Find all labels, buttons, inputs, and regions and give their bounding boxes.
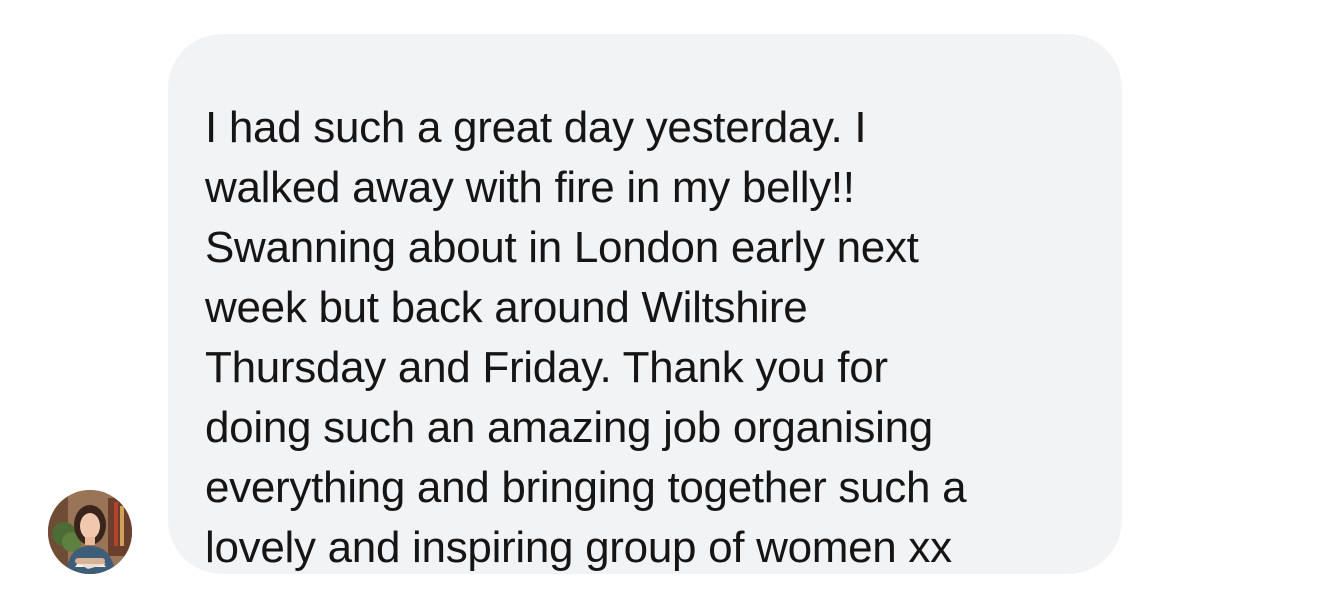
profile-photo-icon [48, 490, 132, 574]
message-bubble: I had such a great day yesterday. I walk… [168, 34, 1122, 574]
message-row: I had such a great day yesterday. I walk… [0, 0, 1320, 596]
message-text: I had such a great day yesterday. I walk… [205, 103, 967, 572]
sender-avatar[interactable] [48, 490, 132, 574]
